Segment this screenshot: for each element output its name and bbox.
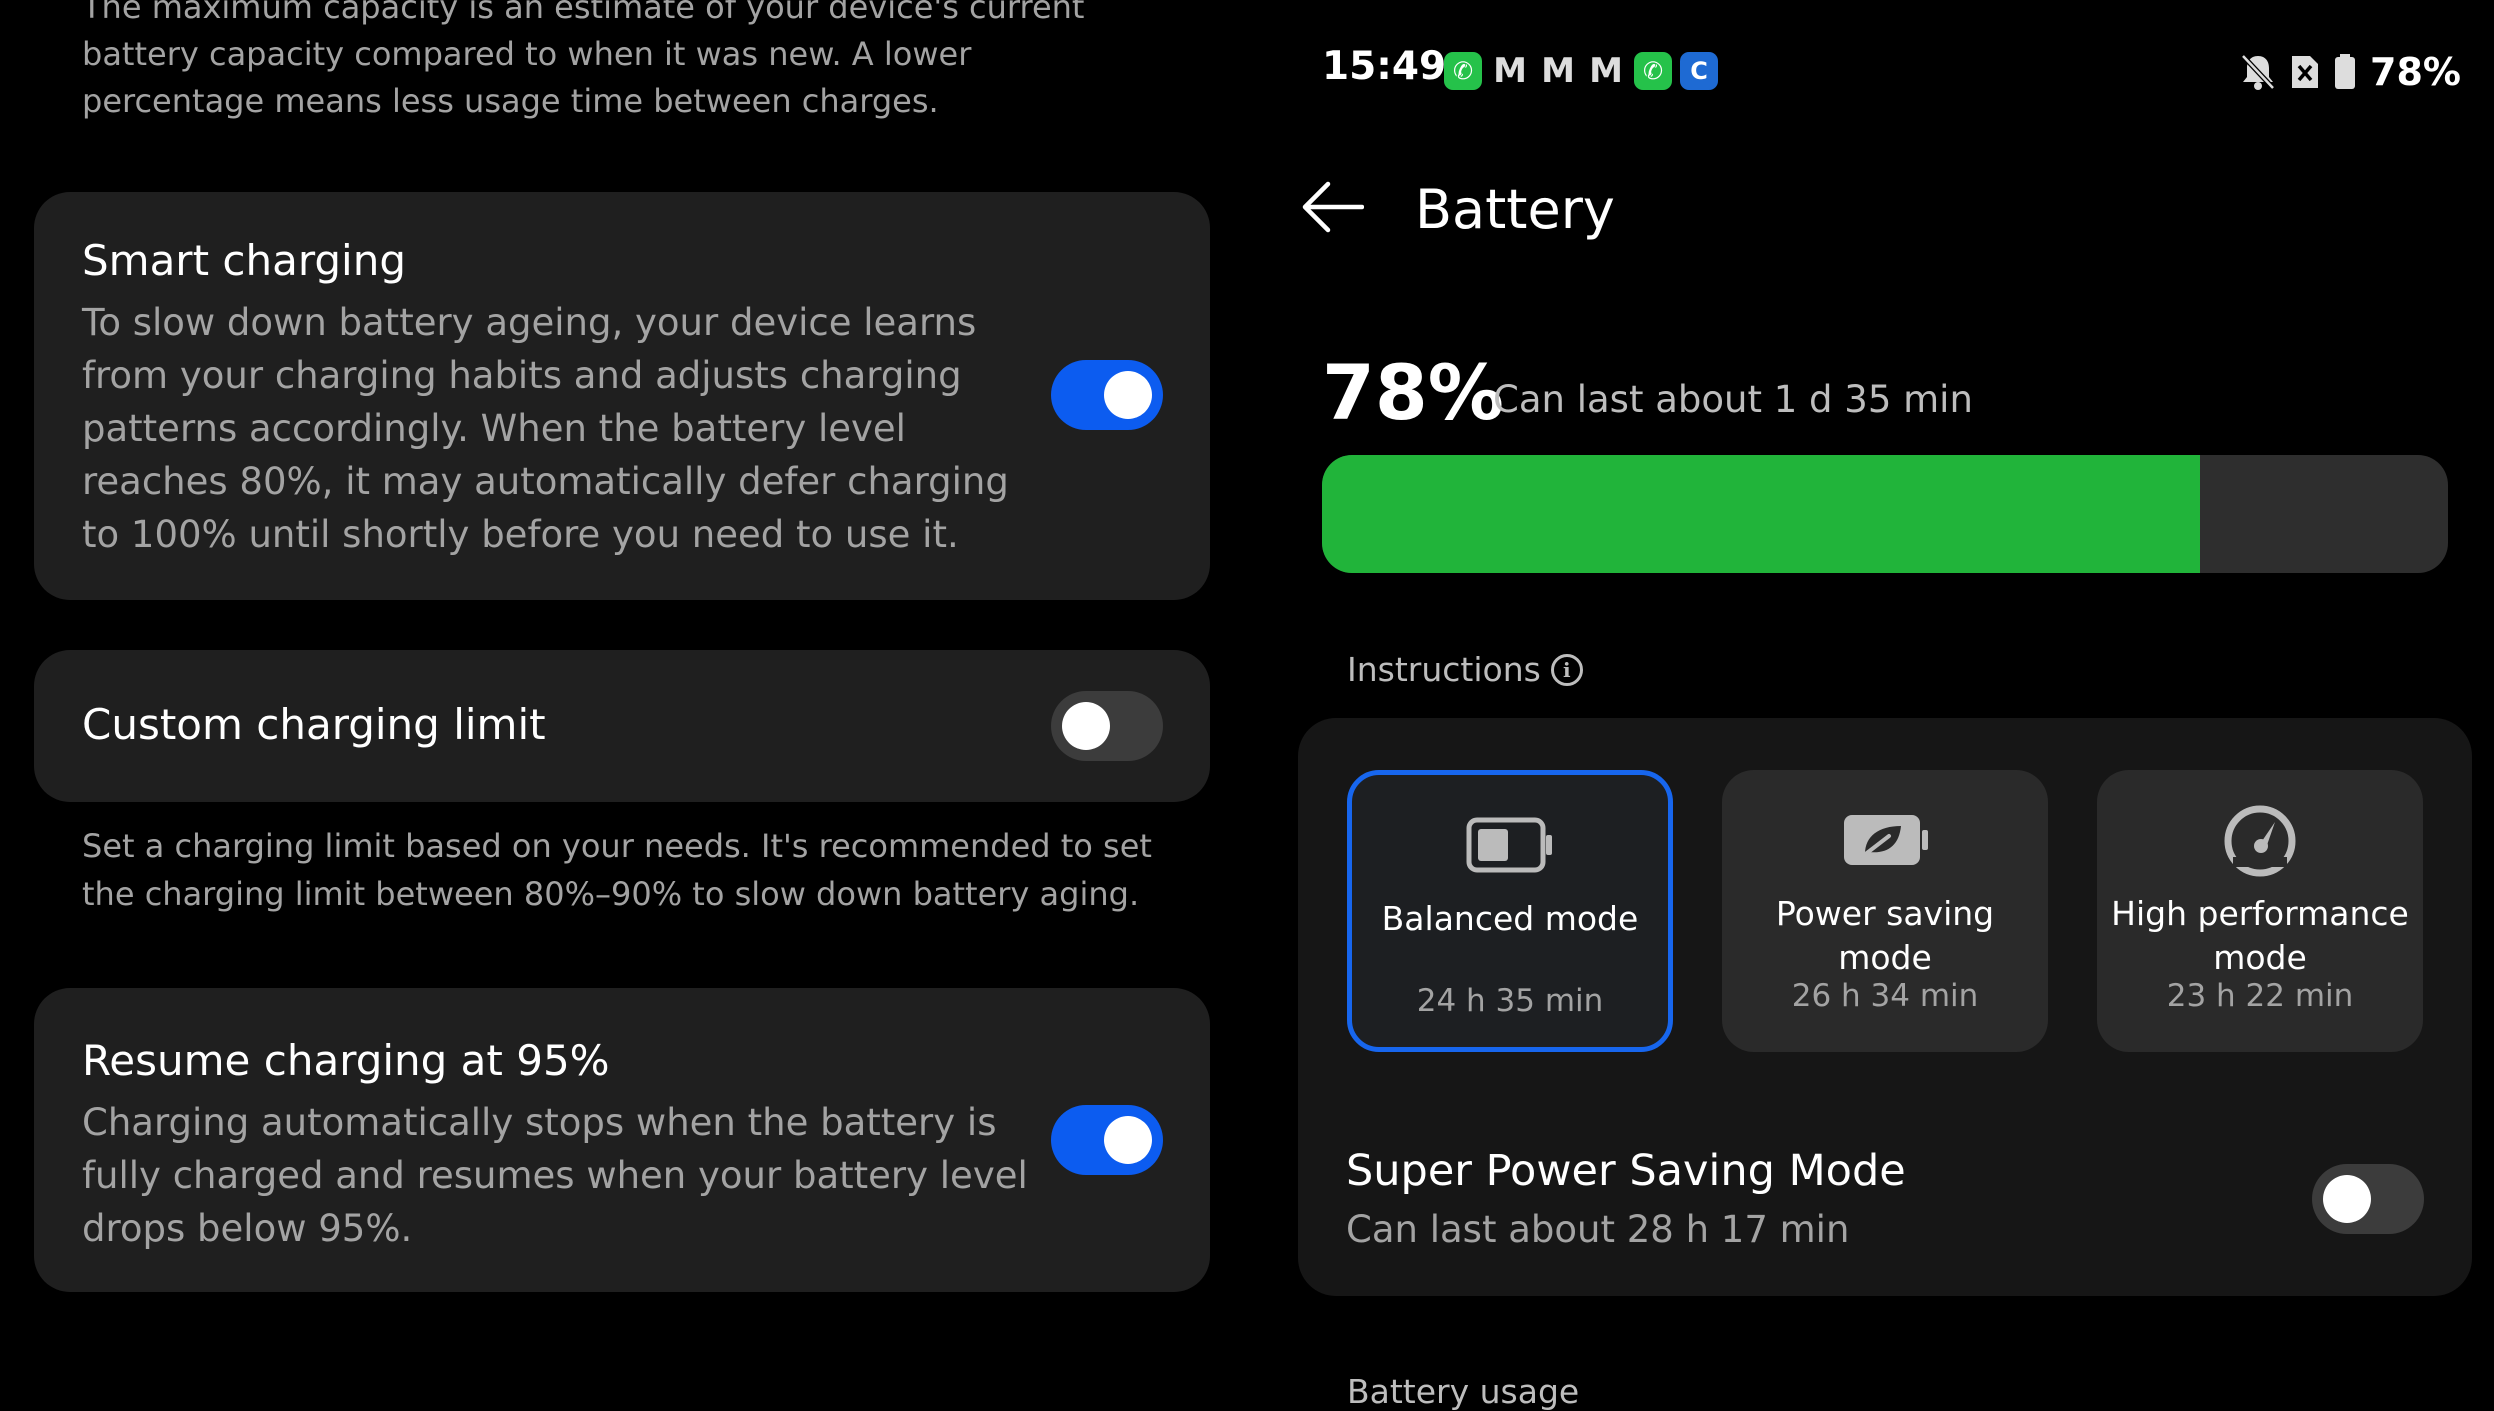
info-icon: i xyxy=(1550,653,1583,686)
page-title: Battery xyxy=(1415,178,1615,241)
smart-charging-card[interactable]: Smart charging To slow down battery agei… xyxy=(34,192,1210,600)
status-right-icons: 78% xyxy=(2240,50,2461,94)
gmail-icon: M xyxy=(1493,51,1527,91)
status-battery-percent: 78% xyxy=(2370,50,2461,94)
whatsapp-icon: ✆ xyxy=(1634,52,1672,90)
resume-charging-toggle[interactable] xyxy=(1051,1105,1163,1175)
battery-usage-section-label: Battery usage xyxy=(1347,1372,1580,1411)
smart-charging-title: Smart charging xyxy=(82,236,406,285)
back-arrow-icon[interactable] xyxy=(1300,180,1364,234)
charging-limit-note: Set a charging limit based on your needs… xyxy=(82,827,1152,913)
resume-charging-title: Resume charging at 95% xyxy=(82,1036,610,1085)
mode-name: High performance mode xyxy=(2111,894,2409,977)
smart-charging-toggle[interactable] xyxy=(1051,360,1163,430)
battery-icon xyxy=(2335,54,2355,89)
battery-half-icon xyxy=(1466,817,1552,873)
custom-charging-limit-title: Custom charging limit xyxy=(82,700,546,749)
toggle-knob xyxy=(1062,702,1110,750)
status-time: 15:49 xyxy=(1322,44,1447,89)
battery-level-fill xyxy=(1322,455,2201,573)
super-power-saving-toggle[interactable] xyxy=(2312,1164,2424,1234)
instructions-link[interactable]: Instructions i xyxy=(1347,650,1583,689)
mode-time: 23 h 22 min xyxy=(2166,978,2354,1014)
battery-level-bar xyxy=(1322,455,2448,573)
high-performance-mode-card[interactable]: High performance mode 23 h 22 min xyxy=(2097,770,2423,1052)
gmail-icon: M xyxy=(1541,51,1575,91)
max-capacity-description: The maximum capacity is an estimate of y… xyxy=(82,0,1085,120)
super-power-saving-title: Super Power Saving Mode xyxy=(1346,1146,1906,1196)
gmail-icon: M xyxy=(1589,51,1623,91)
super-power-saving-subtitle: Can last about 28 h 17 min xyxy=(1346,1208,1850,1251)
toggle-knob xyxy=(1104,1116,1152,1164)
toggle-knob xyxy=(2323,1175,2371,1223)
chrome-icon: C xyxy=(1680,52,1718,90)
speedometer-icon xyxy=(2224,805,2296,877)
battery-modes-panel: Balanced mode 24 h 35 min Power saving m… xyxy=(1298,718,2472,1296)
smart-charging-description: To slow down battery ageing, your device… xyxy=(82,301,1009,556)
resume-charging-card[interactable]: Resume charging at 95% Charging automati… xyxy=(34,988,1210,1292)
balanced-mode-card[interactable]: Balanced mode 24 h 35 min xyxy=(1347,770,1673,1052)
mode-time: 24 h 35 min xyxy=(1416,983,1604,1019)
custom-charging-limit-toggle[interactable] xyxy=(1051,691,1163,761)
mode-time: 26 h 34 min xyxy=(1791,978,1979,1014)
toggle-knob xyxy=(1104,371,1152,419)
custom-charging-limit-card[interactable]: Custom charging limit xyxy=(34,650,1210,802)
power-saving-mode-card[interactable]: Power saving mode 26 h 34 min xyxy=(1722,770,2048,1052)
notification-icons: ✆ M M M ✆ C xyxy=(1444,51,1718,91)
estimated-time-remaining: Can last about 1 d 35 min xyxy=(1493,378,1973,421)
battery-percent-large: 78% xyxy=(1322,348,1504,437)
bell-off-icon xyxy=(2241,54,2275,90)
battery-leaf-icon xyxy=(1844,815,1928,865)
no-sim-icon xyxy=(2292,56,2318,88)
mode-name: Balanced mode xyxy=(1381,899,1639,938)
instructions-label: Instructions xyxy=(1347,650,1541,689)
mode-name: Power saving mode xyxy=(1775,894,1995,977)
resume-charging-description: Charging automatically stops when the ba… xyxy=(82,1101,1028,1250)
whatsapp-icon: ✆ xyxy=(1444,52,1482,90)
